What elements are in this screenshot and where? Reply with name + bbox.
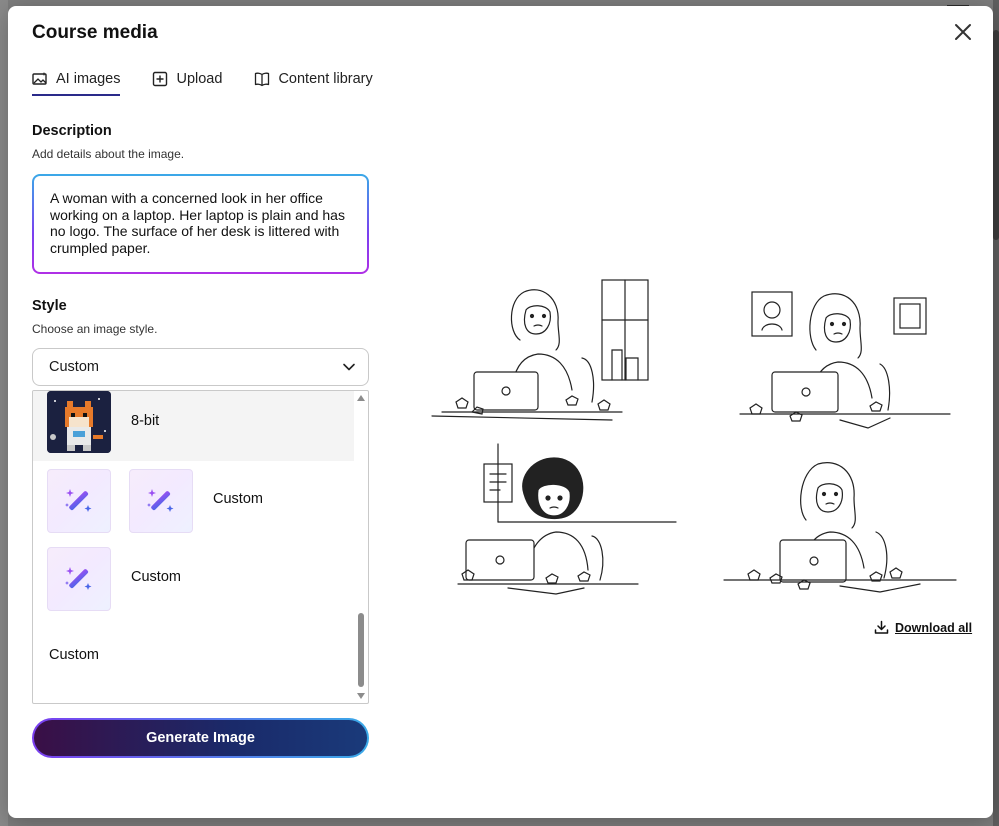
- scroll-up-icon[interactable]: [357, 395, 365, 401]
- style-selected-value: Custom: [49, 359, 99, 375]
- backdrop-left: [0, 0, 8, 826]
- pixel-fox-thumbnail: [47, 391, 111, 453]
- tab-label: Upload: [176, 71, 223, 87]
- style-option-label: 8-bit: [131, 413, 160, 429]
- tab-label: AI images: [56, 71, 121, 87]
- generated-image-3[interactable]: [438, 442, 684, 602]
- modal-title: Course media: [32, 22, 158, 43]
- magic-wand-icon: [65, 567, 92, 590]
- style-option-custom-3[interactable]: [47, 547, 111, 611]
- dropdown-scrollbar[interactable]: [354, 391, 368, 703]
- tab-upload[interactable]: Upload: [152, 68, 222, 90]
- sketch-woman-laptop-plain: [723, 462, 957, 593]
- description-label: Description: [32, 123, 112, 139]
- scroll-thumb[interactable]: [358, 613, 364, 687]
- style-option-label[interactable]: Custom: [213, 491, 263, 507]
- backdrop-scrollbar: [993, 30, 999, 240]
- course-media-modal: Course media AI images Upload Content li…: [8, 6, 993, 818]
- scroll-down-icon[interactable]: [357, 693, 365, 699]
- description-field[interactable]: A woman with a concerned look in her off…: [32, 174, 369, 274]
- sketch-woman-laptop-window: [431, 279, 649, 421]
- tab-ai-images[interactable]: AI images: [32, 68, 121, 96]
- style-select[interactable]: Custom: [32, 348, 369, 386]
- book-icon: [255, 72, 270, 87]
- style-options-list[interactable]: 8-bit Custom Custom Custom: [32, 390, 369, 704]
- sketch-woman-laptop-notice: [457, 443, 677, 595]
- download-all-link[interactable]: Download all: [874, 620, 972, 635]
- close-icon: [955, 24, 971, 40]
- sketch-woman-laptop-frames: [739, 291, 951, 429]
- description-text[interactable]: A woman with a concerned look in her off…: [34, 176, 367, 272]
- chevron-down-icon: [343, 363, 355, 371]
- tab-content-library[interactable]: Content library: [254, 68, 373, 90]
- media-tabs: AI images Upload Content library: [32, 68, 405, 96]
- image-sparkle-icon: [32, 72, 47, 85]
- style-option-custom-2[interactable]: [129, 469, 193, 533]
- style-label: Style: [32, 298, 67, 314]
- generated-image-1[interactable]: [412, 270, 658, 430]
- description-help: Add details about the image.: [32, 147, 185, 161]
- style-option-custom-1[interactable]: [47, 469, 111, 533]
- style-option-custom-4[interactable]: Custom: [49, 647, 99, 663]
- generate-button-label: Generate Image: [34, 720, 367, 756]
- style-help: Choose an image style.: [32, 322, 158, 336]
- download-all-label: Download all: [895, 620, 973, 635]
- generated-image-2[interactable]: [720, 278, 966, 438]
- plus-square-icon: [153, 71, 168, 87]
- style-option-8bit[interactable]: 8-bit: [33, 391, 354, 461]
- generated-image-4[interactable]: [720, 450, 966, 606]
- close-button[interactable]: [951, 20, 975, 44]
- magic-wand-icon: [147, 489, 174, 512]
- style-option-label[interactable]: Custom: [131, 569, 181, 585]
- download-icon: [874, 620, 889, 634]
- tab-label: Content library: [278, 71, 373, 87]
- generate-image-button[interactable]: Generate Image: [32, 718, 369, 758]
- magic-wand-icon: [65, 489, 92, 512]
